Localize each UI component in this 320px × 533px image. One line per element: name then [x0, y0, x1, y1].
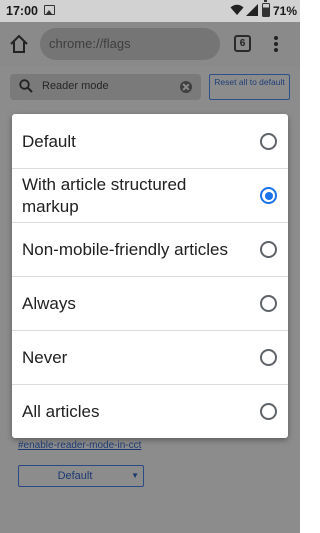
option-label: Default: [22, 132, 76, 151]
status-bar: 17:00 71%: [0, 0, 300, 22]
battery-percent: 71%: [273, 4, 298, 18]
clear-search-icon[interactable]: [180, 81, 192, 93]
tab-switcher-button[interactable]: 6: [234, 35, 251, 52]
reset-all-button[interactable]: Reset all to default: [209, 74, 290, 100]
image-notification-icon: [44, 5, 55, 15]
option-label: Never: [22, 348, 68, 367]
radio-button[interactable]: [260, 403, 277, 420]
battery-icon: [262, 0, 270, 17]
home-icon[interactable]: [9, 34, 29, 54]
radio-button[interactable]: [260, 295, 277, 312]
search-value: Reader mode: [42, 80, 109, 92]
option-non-mobile-friendly-articles[interactable]: Non-mobile-friendly articles: [12, 223, 288, 277]
url-bar[interactable]: chrome://flags: [40, 28, 220, 60]
search-icon: [19, 79, 33, 93]
option-all-articles[interactable]: All articles: [12, 385, 288, 438]
signal-icon: [246, 4, 258, 16]
more-menu-icon[interactable]: [272, 34, 280, 54]
wifi-icon: [230, 4, 244, 15]
options-dialog: Default With article structured markup N…: [12, 114, 288, 438]
browser-toolbar: chrome://flags 6: [0, 22, 300, 66]
option-label: With article structured markup: [22, 175, 187, 216]
option-label: Always: [22, 294, 76, 313]
flag-anchor-link[interactable]: #enable-reader-mode-in-cct: [18, 440, 141, 451]
option-label: All articles: [22, 402, 100, 421]
flag-select-value: Default: [57, 470, 93, 482]
option-with-article-structured-markup[interactable]: With article structured markup: [12, 169, 288, 223]
radio-button[interactable]: [260, 241, 277, 258]
flag-select[interactable]: Default ▼: [18, 465, 144, 487]
option-label: Non-mobile-friendly articles: [22, 240, 228, 259]
status-time: 17:00: [6, 4, 38, 18]
radio-button[interactable]: [260, 133, 277, 150]
search-input[interactable]: Reader mode: [10, 74, 201, 100]
option-never[interactable]: Never: [12, 331, 288, 385]
radio-button[interactable]: [260, 349, 277, 366]
radio-button-selected[interactable]: [260, 187, 277, 204]
option-always[interactable]: Always: [12, 277, 288, 331]
option-default[interactable]: Default: [12, 114, 288, 169]
dropdown-arrow-icon: ▼: [131, 471, 139, 480]
